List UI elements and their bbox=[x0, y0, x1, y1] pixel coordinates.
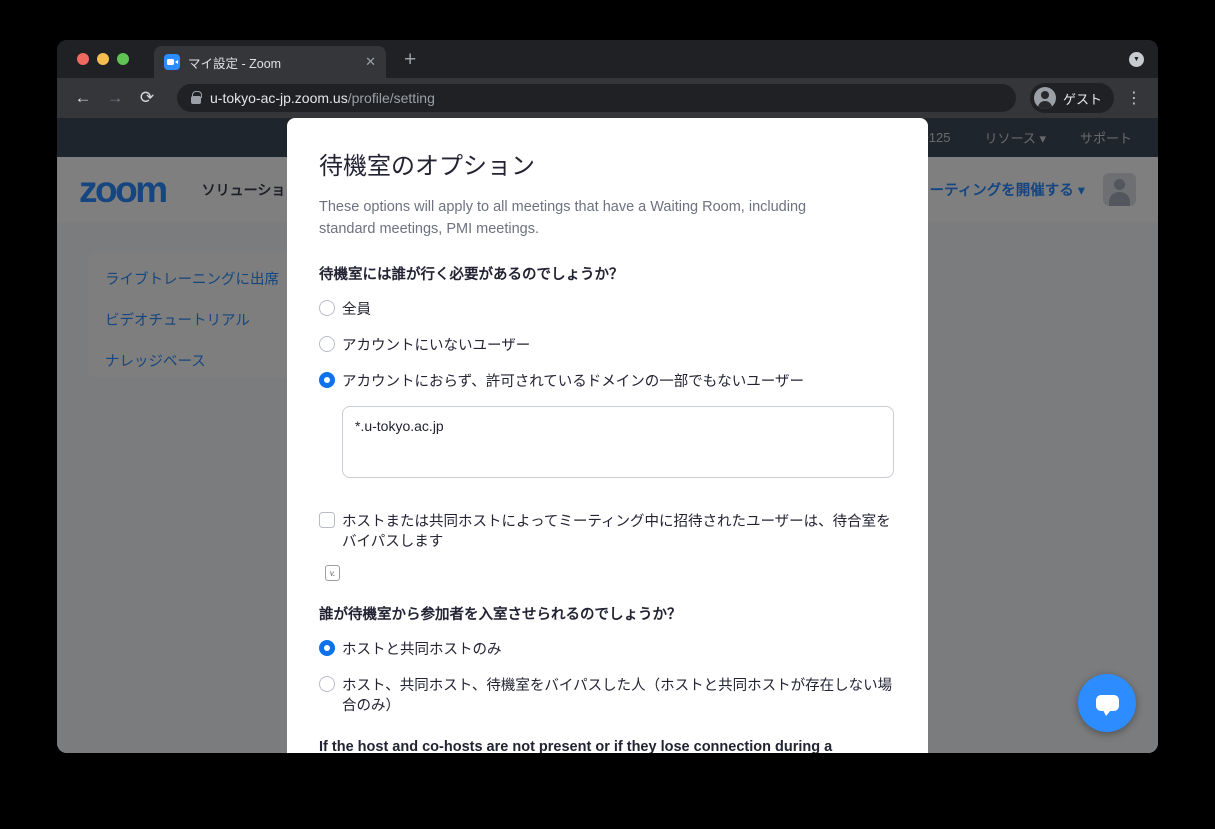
modal-description: These options will apply to all meetings… bbox=[319, 196, 864, 240]
broken-image-icon: v. bbox=[325, 565, 340, 581]
maximize-window-button[interactable] bbox=[117, 53, 129, 65]
address-bar[interactable]: u-tokyo-ac-jp.zoom.us/profile/setting bbox=[177, 84, 1016, 112]
page-viewport: 88.799.0125 リソース ▾ サポート zoom ソリューション ミーテ… bbox=[57, 118, 1158, 753]
radio-icon[interactable] bbox=[319, 300, 335, 316]
browser-window: マイ設定 - Zoom ✕ + ▼ ← → ⟳ u-tokyo-ac-jp.zo… bbox=[57, 40, 1158, 753]
tab-search-button[interactable]: ▼ bbox=[1129, 52, 1144, 67]
tab-title: マイ設定 - Zoom bbox=[188, 53, 357, 72]
window-controls bbox=[77, 53, 129, 65]
lock-icon[interactable] bbox=[191, 96, 201, 104]
radio-option-host-cohosts-bypassers[interactable]: ホスト、共同ホスト、待機室をバイパスした人（ホストと共同ホストが存在しない場合の… bbox=[319, 676, 896, 716]
url-text[interactable]: u-tokyo-ac-jp.zoom.us/profile/setting bbox=[210, 90, 435, 106]
modal-title: 待機室のオプション bbox=[319, 146, 896, 181]
radio-option-host-and-cohosts-only[interactable]: ホストと共同ホストのみ bbox=[319, 640, 896, 660]
browser-tab[interactable]: マイ設定 - Zoom ✕ bbox=[154, 46, 386, 78]
profile-button[interactable]: ゲスト bbox=[1030, 83, 1114, 113]
chat-support-button[interactable] bbox=[1078, 674, 1136, 732]
question-who-goes-to-waiting-room: 待機室には誰が行く必要があるのでしょうか？ bbox=[319, 263, 896, 284]
radio-icon[interactable] bbox=[319, 676, 335, 692]
reload-icon[interactable]: ⟳ bbox=[133, 84, 161, 112]
browser-menu-icon[interactable]: ⋮ bbox=[1122, 88, 1146, 108]
url-path: /profile/setting bbox=[348, 90, 435, 106]
url-domain: u-tokyo-ac-jp.zoom.us bbox=[210, 90, 348, 106]
radio-icon[interactable] bbox=[319, 336, 335, 352]
chat-bubble-icon bbox=[1096, 695, 1119, 711]
radio-option-users-not-in-account-or-domains[interactable]: アカウントにおらず、許可されているドメインの一部でもないユーザー bbox=[319, 372, 896, 392]
new-tab-button[interactable]: + bbox=[404, 48, 416, 78]
bypass-waiting-room-checkbox-row[interactable]: ホストまたは共同ホストによってミーティング中に招待されたユーザーは、待合室をバイ… bbox=[319, 512, 896, 552]
question-host-not-present: If the host and co-hosts are not present… bbox=[319, 739, 896, 753]
minimize-window-button[interactable] bbox=[97, 53, 109, 65]
radio-icon-selected[interactable] bbox=[319, 372, 335, 388]
zoom-favicon-icon bbox=[164, 54, 180, 70]
radio-option-everyone[interactable]: 全員 bbox=[319, 300, 896, 320]
tab-strip: マイ設定 - Zoom ✕ + ▼ bbox=[57, 40, 1158, 78]
radio-option-users-not-in-account[interactable]: アカウントにいないユーザー bbox=[319, 336, 896, 356]
back-icon[interactable]: ← bbox=[69, 84, 97, 112]
browser-toolbar: ← → ⟳ u-tokyo-ac-jp.zoom.us/profile/sett… bbox=[57, 78, 1158, 118]
allowed-domains-input[interactable]: *.u-tokyo.ac.jp bbox=[342, 406, 894, 478]
question-who-admits-participants: 誰が待機室から参加者を入室させられるのでしょうか？ bbox=[319, 603, 896, 624]
forward-icon: → bbox=[101, 84, 129, 112]
waiting-room-options-modal: 待機室のオプション These options will apply to al… bbox=[287, 118, 928, 753]
radio-icon-selected[interactable] bbox=[319, 640, 335, 656]
close-window-button[interactable] bbox=[77, 53, 89, 65]
close-tab-icon[interactable]: ✕ bbox=[365, 54, 376, 70]
profile-avatar-icon bbox=[1034, 87, 1056, 109]
checkbox-icon[interactable] bbox=[319, 512, 335, 528]
profile-label: ゲスト bbox=[1063, 89, 1102, 108]
